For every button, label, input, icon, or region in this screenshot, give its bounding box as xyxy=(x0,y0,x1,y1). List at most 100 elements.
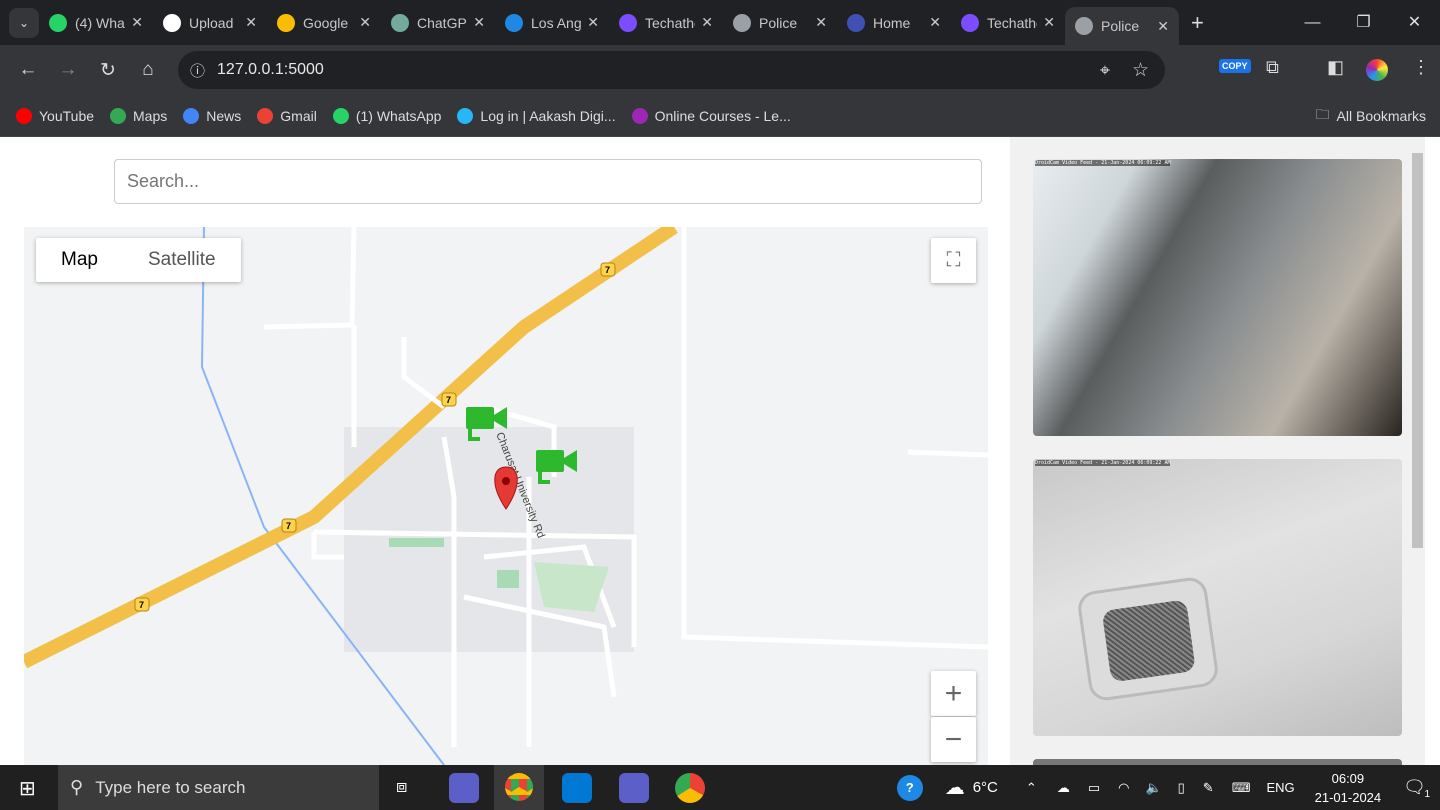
url-text[interactable]: 127.0.0.1:5000 xyxy=(217,61,324,79)
tab-title: (4) WhatsApp xyxy=(75,14,125,31)
help-icon[interactable]: ? xyxy=(896,774,923,801)
teams-chat-icon[interactable] xyxy=(619,773,649,803)
back-button[interactable]: ← xyxy=(8,59,48,81)
tab-favicon-icon xyxy=(847,13,865,32)
language-indicator[interactable]: ENG xyxy=(1266,780,1294,795)
camera-feed-1[interactable]: DroidCam Video Feed - 21-Jan-2024 06:09:… xyxy=(1033,159,1402,436)
display-icon[interactable]: ▭ xyxy=(1088,780,1100,796)
bookmark-label: YouTube xyxy=(39,107,95,124)
tab[interactable]: Techathon ✕ xyxy=(951,0,1065,45)
profile-avatar[interactable] xyxy=(1366,59,1388,81)
site-info-icon[interactable]: ⓘ xyxy=(190,60,205,81)
map-type-map-button[interactable]: Map xyxy=(36,238,123,282)
camera-feed-2[interactable]: DroidCam Video Feed - 21-Jan-2024 06:09:… xyxy=(1033,459,1402,736)
tab[interactable]: Police ✕ xyxy=(723,0,837,45)
taskbar-search-placeholder: Type here to search xyxy=(95,777,246,797)
tab-favicon-icon xyxy=(163,13,181,32)
zoom-out-button[interactable]: − xyxy=(931,717,976,762)
tab[interactable]: Google Meet ✕ xyxy=(267,0,381,45)
battery-icon[interactable]: ▯ xyxy=(1178,780,1185,796)
campus-area xyxy=(344,427,634,652)
bookmark-item[interactable]: YouTube xyxy=(16,107,95,124)
bookmark-item[interactable]: Log in | Aakash Digi... xyxy=(457,107,616,124)
scrollbar[interactable] xyxy=(1410,137,1425,765)
tab-close-icon[interactable]: ✕ xyxy=(245,14,257,31)
bookmark-star-icon[interactable]: ☆ xyxy=(1132,59,1149,82)
map-type-satellite-button[interactable]: Satellite xyxy=(123,238,241,282)
teams-icon[interactable] xyxy=(449,773,479,803)
tab-close-icon[interactable]: ✕ xyxy=(1157,18,1169,35)
tab[interactable]: Los Angeles ✕ xyxy=(495,0,609,45)
search-input[interactable] xyxy=(114,159,982,204)
bookmark-item[interactable]: (1) WhatsApp xyxy=(332,107,442,124)
address-bar[interactable]: ⓘ 127.0.0.1:5000 ⌖ ☆ xyxy=(178,51,1165,89)
extensions-icon[interactable]: ⧉ xyxy=(1266,57,1279,78)
bookmark-favicon-icon xyxy=(257,107,274,124)
bookmark-label: Maps xyxy=(133,107,168,124)
tab[interactable]: Police ✕ xyxy=(1065,7,1179,45)
keyboard-icon[interactable]: ⌨ xyxy=(1232,780,1251,796)
task-view-icon[interactable]: ⧈ xyxy=(396,776,407,797)
tab-close-icon[interactable]: ✕ xyxy=(587,14,599,31)
reload-button[interactable]: ↻ xyxy=(88,59,128,82)
new-tab-button[interactable]: + xyxy=(1191,10,1204,36)
tab[interactable]: Home ✕ xyxy=(837,0,951,45)
tab-favicon-icon xyxy=(1075,17,1093,35)
menu-icon[interactable]: ⋮ xyxy=(1412,57,1430,78)
minimize-button[interactable]: — xyxy=(1287,0,1338,45)
weather-icon[interactable]: ☁ xyxy=(945,775,965,800)
close-window-button[interactable]: ✕ xyxy=(1389,0,1440,45)
zoom-in-button[interactable]: + xyxy=(931,671,976,716)
tray-overflow-icon[interactable]: ⌃ xyxy=(1026,780,1037,796)
tab-close-icon[interactable]: ✕ xyxy=(359,14,371,31)
tab-close-icon[interactable]: ✕ xyxy=(131,14,143,31)
weather-temp[interactable]: 6°C xyxy=(973,779,998,796)
tab[interactable]: Upload ✕ xyxy=(153,0,267,45)
tab-search-button[interactable]: ⌄ xyxy=(9,7,39,38)
start-button[interactable]: ⊞ xyxy=(19,776,36,801)
notifications-icon[interactable]: 🗨 1 xyxy=(1403,777,1430,800)
map[interactable]: 7 7 7 7 Charusat University Rd Map Satel… xyxy=(24,227,988,765)
tab[interactable]: ChatGPT ✕ xyxy=(381,0,495,45)
onedrive-icon[interactable]: ☁ xyxy=(1057,780,1070,796)
tab-close-icon[interactable]: ✕ xyxy=(929,14,941,31)
chrome-profile-icon[interactable] xyxy=(675,773,705,803)
copy-extension-button[interactable]: COPY xyxy=(1219,59,1251,73)
tab-close-icon[interactable]: ✕ xyxy=(1043,14,1055,31)
bookmark-label: (1) WhatsApp xyxy=(355,107,442,124)
tab-title: Home xyxy=(873,14,911,31)
scrollbar-thumb[interactable] xyxy=(1412,153,1423,548)
notification-count: 1 xyxy=(1424,789,1430,800)
map-tiles[interactable]: 7 7 7 7 Charusat University Rd xyxy=(24,227,988,765)
bookmark-item[interactable]: Maps xyxy=(110,107,168,124)
tab[interactable]: (4) WhatsApp ✕ xyxy=(39,0,153,45)
vscode-icon[interactable] xyxy=(562,773,592,803)
feed-caption: DroidCam Video Feed - 21-Jan-2024 06:09:… xyxy=(1035,460,1171,466)
pen-icon[interactable]: ✎ xyxy=(1203,780,1214,796)
chrome-taskbar-button[interactable] xyxy=(494,765,544,810)
location-icon[interactable]: ⌖ xyxy=(1100,60,1110,81)
bookmark-label: Online Courses - Le... xyxy=(654,107,791,124)
tab[interactable]: Techathon ✕ xyxy=(609,0,723,45)
folder-icon: 🗀 xyxy=(1315,105,1330,122)
side-panel-icon[interactable]: ◧ xyxy=(1327,57,1344,78)
home-button[interactable]: ⌂ xyxy=(128,59,168,81)
clock-date: 21-01-2024 xyxy=(1314,789,1382,805)
fullscreen-button[interactable]: ⛶ xyxy=(931,238,976,283)
clock[interactable]: 06:09 21-01-2024 xyxy=(1315,771,1382,805)
tab-favicon-icon xyxy=(49,13,67,32)
tab-close-icon[interactable]: ✕ xyxy=(473,14,485,31)
restore-button[interactable]: ❐ xyxy=(1338,0,1389,45)
wifi-icon[interactable]: ◠ xyxy=(1118,780,1129,796)
volume-icon[interactable]: 🔈 xyxy=(1145,780,1161,796)
bookmark-favicon-icon xyxy=(183,107,200,124)
taskbar-search[interactable]: ⚲ Type here to search xyxy=(58,765,379,810)
bookmark-item[interactable]: News xyxy=(183,107,241,124)
tab-close-icon[interactable]: ✕ xyxy=(815,14,827,31)
all-bookmarks-button[interactable]: 🗀 All Bookmarks xyxy=(1316,104,1426,128)
tab-close-icon[interactable]: ✕ xyxy=(701,14,713,31)
bookmark-item[interactable]: Online Courses - Le... xyxy=(631,107,791,124)
clock-time: 06:09 xyxy=(1331,770,1365,786)
bookmark-item[interactable]: Gmail xyxy=(257,107,317,124)
forward-button[interactable]: → xyxy=(48,59,88,81)
